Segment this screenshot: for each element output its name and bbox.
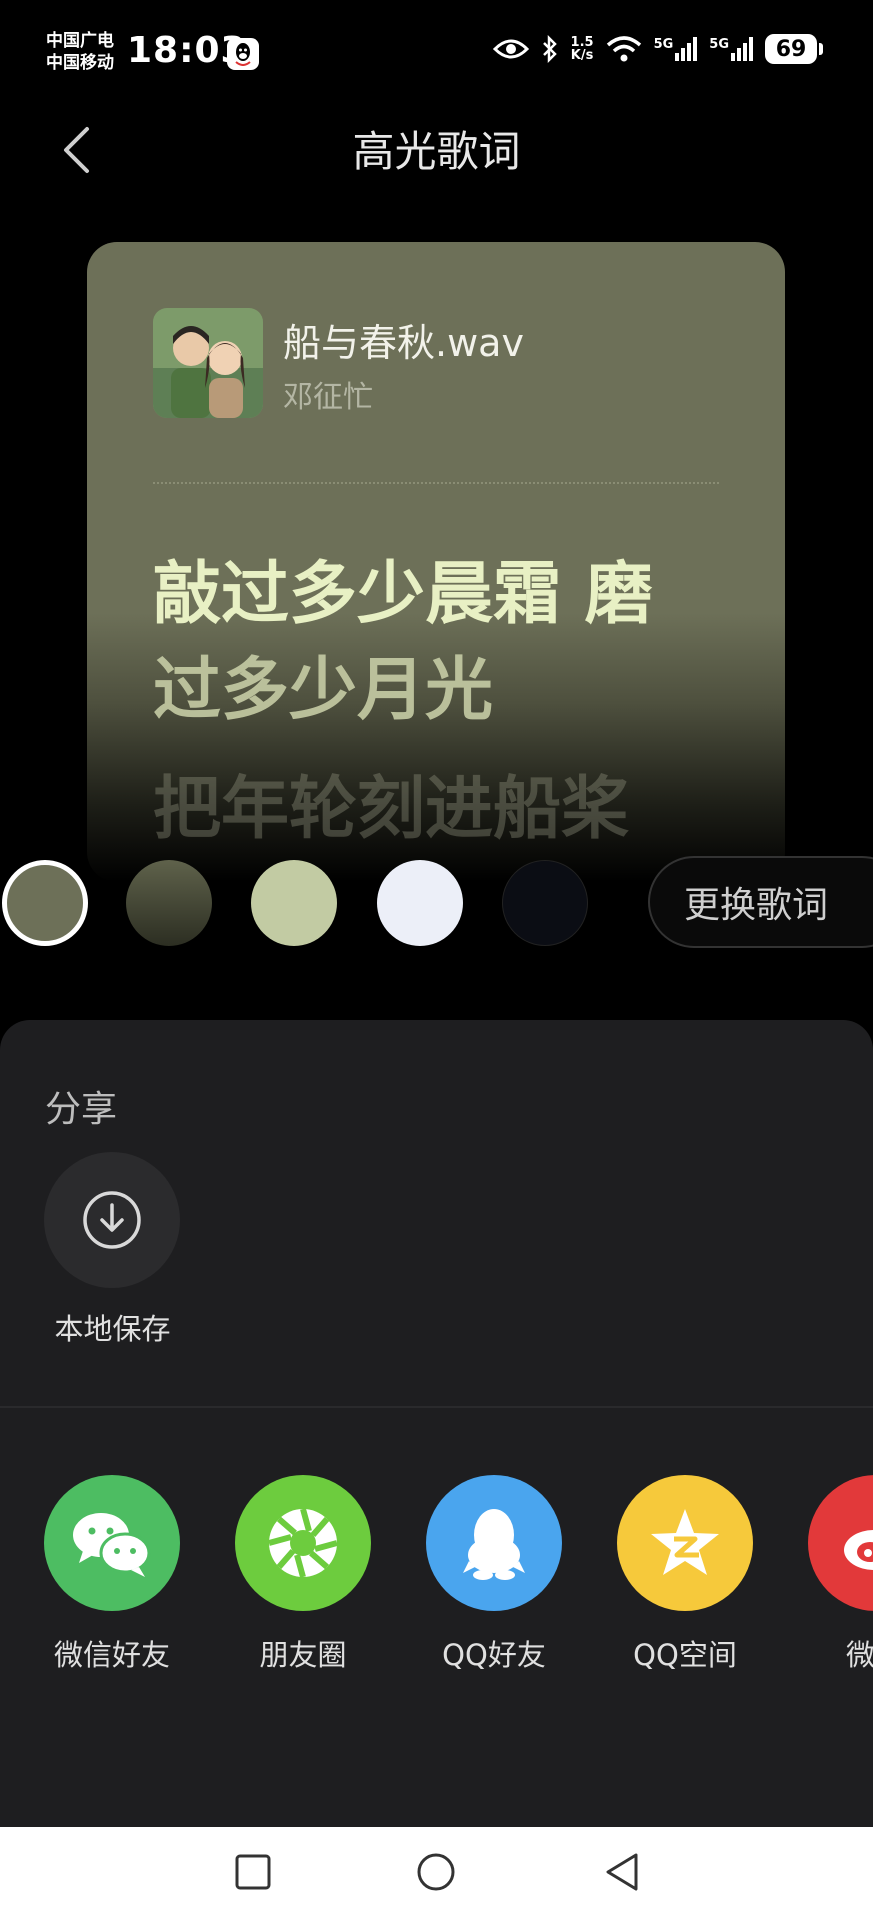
change-lyrics-button[interactable]: 更换歌词 (648, 856, 873, 948)
network-speed: 1.5 K/s (571, 36, 594, 62)
local-save-label: 本地保存 (54, 1312, 171, 1346)
system-nav-bar (0, 1827, 873, 1920)
network1-label: 5G (653, 37, 674, 52)
carrier-line1: 中国广电 (46, 31, 114, 51)
carrier-line2: 中国移动 (46, 53, 114, 73)
signal1-icon: 5G (654, 37, 698, 61)
share-weibo-button[interactable] (808, 1475, 873, 1611)
back-nav-button[interactable] (597, 1847, 647, 1897)
local-save-button[interactable] (44, 1152, 180, 1288)
lyric-line: 把年轮刻进船桨 (153, 770, 630, 849)
download-icon (83, 1191, 141, 1249)
qq-penguin-icon (463, 1509, 525, 1580)
share-app-label: QQ空间 (633, 1638, 737, 1672)
lyric-line: 敲过多少晨霜 磨 (153, 555, 653, 634)
share-weibo-clip (808, 1475, 873, 1611)
square-icon (235, 1854, 271, 1890)
share-weibo-label-clip: 微 (808, 1632, 873, 1674)
song-artist: 邓征忙 (283, 380, 373, 415)
bluetooth-icon (542, 35, 557, 63)
circle-icon (417, 1853, 455, 1891)
share-section-label: 分享 (45, 1089, 118, 1130)
carrier-label: 中国广电 中国移动 (46, 30, 114, 74)
share-app-label: 微信好友 (53, 1638, 170, 1672)
share-qzone-button[interactable] (617, 1475, 753, 1611)
album-cover (153, 308, 263, 418)
battery-level: 69 (765, 34, 817, 64)
color-swatch[interactable] (502, 860, 588, 946)
signal2-icon: 5G (709, 37, 753, 61)
wechat-icon (73, 1513, 151, 1577)
triangle-back-icon (606, 1853, 638, 1891)
recent-apps-button[interactable] (228, 1847, 278, 1897)
share-wechat-button[interactable] (44, 1475, 180, 1611)
qq-notification-icon (227, 38, 259, 70)
share-app-label: 朋友圈 (259, 1638, 347, 1672)
share-moments-button[interactable] (235, 1475, 371, 1611)
speed-unit: K/s (570, 48, 594, 63)
color-swatch-selected[interactable] (2, 860, 88, 946)
qzone-star-icon (651, 1509, 719, 1575)
network2-label: 5G (709, 37, 729, 52)
lyric-line: 过多少月光 (153, 651, 494, 730)
song-title: 船与春秋.wav (283, 321, 524, 365)
battery-icon: 69 (765, 34, 823, 64)
sheet-divider (0, 1406, 873, 1408)
status-icons: 1.5 K/s 5G 5G 69 (492, 34, 823, 64)
share-app-label: 微 (846, 1638, 873, 1672)
share-sheet: 分享 本地保存 微信好友 朋友圈 QQ好友 QQ空间 微 (0, 1020, 873, 1827)
share-qq-button[interactable] (426, 1475, 562, 1611)
share-app-label: QQ好友 (442, 1638, 546, 1672)
weibo-icon (844, 1530, 873, 1570)
color-swatch[interactable] (126, 860, 212, 946)
lyric-card: 船与春秋.wav 邓征忙 敲过多少晨霜 磨 过多少月光 把年轮刻进船桨 (87, 242, 785, 882)
color-swatch[interactable] (377, 860, 463, 946)
color-swatch[interactable] (251, 860, 337, 946)
wifi-icon (606, 36, 641, 62)
eye-icon (492, 39, 529, 59)
moments-shutter-icon (268, 1508, 338, 1578)
card-divider (153, 482, 719, 484)
page-title: 高光歌词 (352, 127, 521, 176)
home-button[interactable] (411, 1847, 461, 1897)
